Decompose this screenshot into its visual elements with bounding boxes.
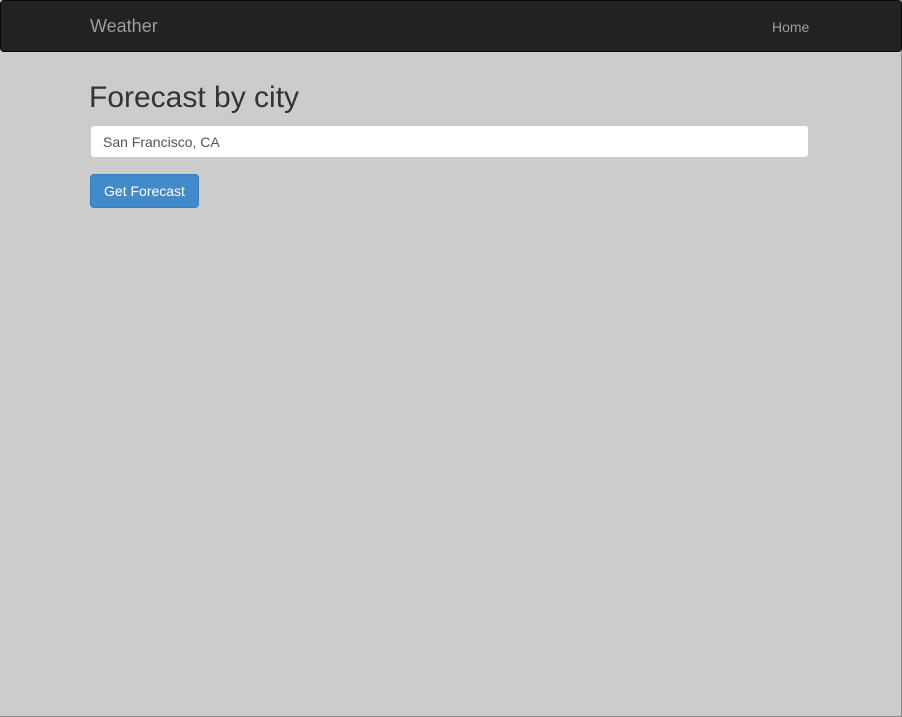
get-forecast-button[interactable]: Get Forecast [90,174,199,208]
brand-link[interactable]: Weather [90,15,158,37]
city-input[interactable] [90,125,809,158]
navbar: Weather Home [0,0,902,52]
nav-link-home[interactable]: Home [772,17,809,37]
page-title: Forecast by city [89,81,300,114]
